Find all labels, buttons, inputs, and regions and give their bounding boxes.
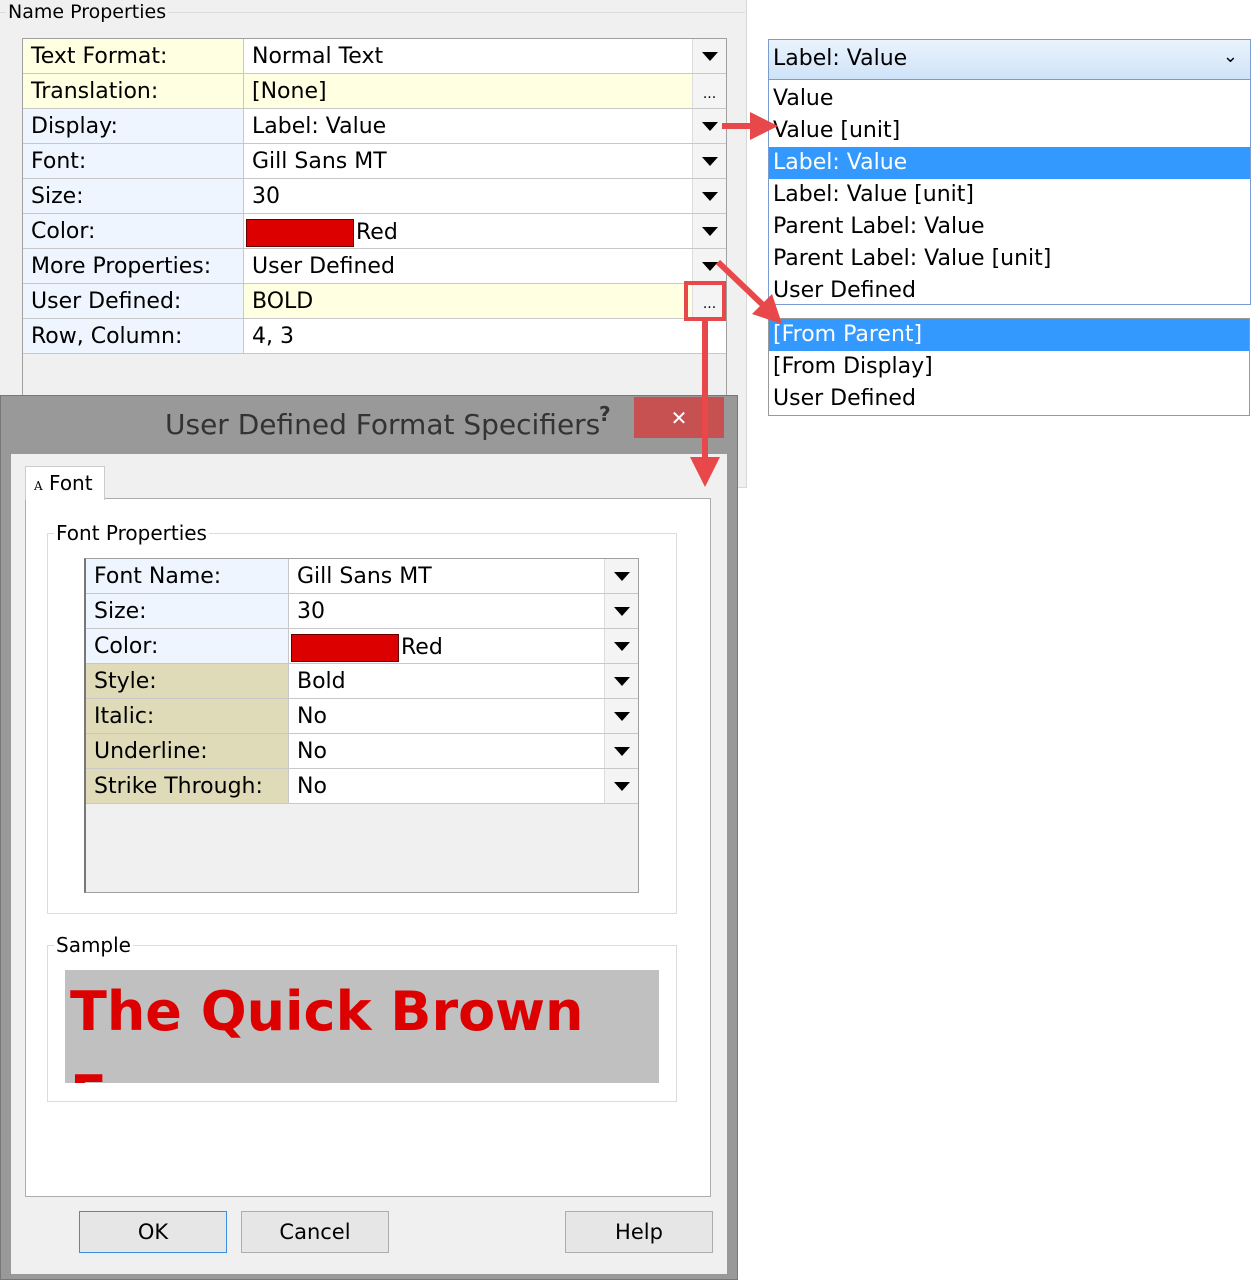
arrowhead xyxy=(690,457,720,487)
tab-font[interactable]: A Font xyxy=(25,466,105,500)
arrowhead xyxy=(750,112,778,140)
tab-label: Font xyxy=(49,471,93,495)
font-icon: A xyxy=(34,479,43,493)
annotation-arrows xyxy=(684,112,782,487)
highlight-box xyxy=(684,281,726,321)
